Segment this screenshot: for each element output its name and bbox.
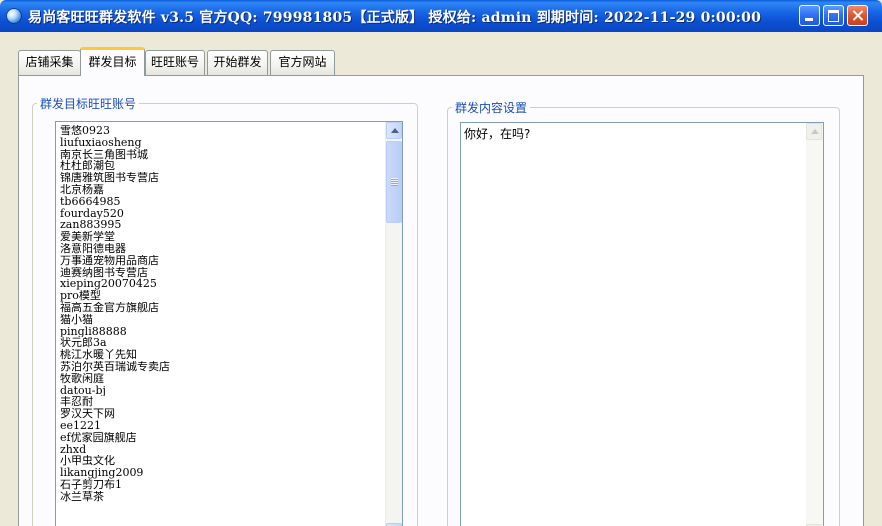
list-item[interactable]: 石子剪刀布1 [60, 479, 380, 491]
message-scroll-up-button[interactable] [806, 123, 822, 140]
list-item[interactable]: xieping20070425 [60, 278, 380, 290]
list-item[interactable]: 雪悠0923 [60, 125, 380, 137]
list-item[interactable]: liufuxiaosheng [60, 137, 380, 149]
list-item[interactable]: tb6664985 [60, 196, 380, 208]
list-item[interactable]: 锦唐雅筑图书专营店 [60, 172, 380, 184]
list-item[interactable]: 万事通宠物用品商店 [60, 255, 380, 267]
list-item[interactable]: 小甲虫文化 [60, 455, 380, 467]
list-item[interactable]: 状元郎3a [60, 337, 380, 349]
message-content-text: 你好，在吗? [464, 127, 531, 141]
tab-send-targets[interactable]: 群发目标 [80, 47, 145, 76]
list-item[interactable]: fourday520 [60, 208, 380, 220]
maximize-button[interactable] [823, 5, 844, 26]
close-button[interactable] [847, 5, 868, 26]
list-item[interactable]: 苏泊尔英百瑞诚专卖店 [60, 361, 380, 373]
scroll-thumb[interactable] [386, 141, 402, 223]
list-item[interactable]: 丰忍耐 [60, 396, 380, 408]
target-accounts-list[interactable]: 雪悠0923 liufuxiaosheng 南京长三角图书城 杜杜郎潮包 锦唐雅筑图书专… [55, 121, 403, 526]
list-item[interactable]: datou-bj [60, 385, 380, 397]
message-content-input[interactable]: 你好，在吗? [460, 122, 824, 526]
list-item[interactable]: 南京长三角图书城 [60, 149, 380, 161]
tab-wangwang-accounts[interactable]: 旺旺账号 [145, 50, 205, 75]
list-item[interactable]: zhxd [60, 444, 380, 456]
list-item[interactable]: 罗汉天下网 [60, 408, 380, 420]
scroll-up-button[interactable] [386, 122, 402, 139]
list-item[interactable]: ee1221 [60, 420, 380, 432]
list-item[interactable]: likangjing2009 [60, 467, 380, 479]
title-bar[interactable]: 易尚客旺旺群发软件 v3.5 官方QQ: 799981805【正式版】 授权给:… [0, 0, 882, 32]
list-item[interactable]: 迪赛纳图书专营店 [60, 267, 380, 279]
list-item[interactable]: 牧歌闲庭 [60, 373, 380, 385]
list-item[interactable]: 洛意阳德电器 [60, 243, 380, 255]
list-item[interactable]: 桃江水暖丫先知 [60, 349, 380, 361]
list-item[interactable]: 北京杨嘉 [60, 184, 380, 196]
list-item[interactable]: 福高五金官方旗舰店 [60, 302, 380, 314]
tab-official-site[interactable]: 官方网站 [270, 50, 335, 75]
content-group-label: 群发内容设置 [452, 99, 531, 116]
app-window: 易尚客旺旺群发软件 v3.5 官方QQ: 799981805【正式版】 授权给:… [0, 0, 882, 526]
target-accounts-items: 雪悠0923 liufuxiaosheng 南京长三角图书城 杜杜郎潮包 锦唐雅筑图书专… [60, 125, 380, 503]
minimize-button[interactable] [799, 5, 820, 26]
message-scrollbar[interactable] [806, 123, 823, 526]
list-item[interactable]: zan883995 [60, 219, 380, 231]
target-list-scrollbar[interactable] [385, 122, 402, 526]
tab-shop-collect[interactable]: 店铺采集 [18, 50, 81, 75]
targets-group-label: 群发目标旺旺账号 [37, 95, 140, 112]
list-item[interactable]: pro模型 [60, 290, 380, 302]
list-item[interactable]: pingli88888 [60, 326, 380, 338]
list-item[interactable]: 猫小猫 [60, 314, 380, 326]
list-item[interactable]: 爱美新学堂 [60, 231, 380, 243]
window-title: 易尚客旺旺群发软件 v3.5 官方QQ: 799981805【正式版】 授权给:… [28, 10, 762, 26]
list-item[interactable]: 冰兰草茶 [60, 491, 380, 503]
app-icon[interactable] [6, 8, 22, 24]
tab-start-sending[interactable]: 开始群发 [207, 50, 268, 75]
list-item[interactable]: ef优家园旗舰店 [60, 432, 380, 444]
list-item[interactable]: 杜杜郎潮包 [60, 160, 380, 172]
